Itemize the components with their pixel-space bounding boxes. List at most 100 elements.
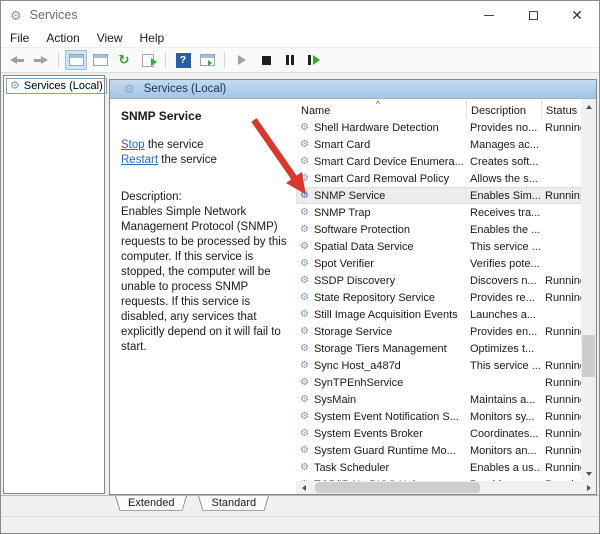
start-service-button[interactable] <box>231 50 253 70</box>
refresh-icon: ↻ <box>119 54 130 67</box>
table-row[interactable]: ⚙SNMP ServiceEnables Sim...Running <box>296 187 581 204</box>
column-header-status[interactable]: Status <box>541 99 581 119</box>
export-list-button[interactable] <box>137 50 159 70</box>
table-row[interactable]: ⚙Smart Card Device Enumera...Creates sof… <box>296 153 581 170</box>
scroll-down-icon[interactable] <box>581 466 596 481</box>
restart-service-icon <box>308 55 320 65</box>
table-row[interactable]: ⚙Still Image Acquisition EventsLaunches … <box>296 306 581 323</box>
stop-service-button[interactable] <box>255 50 277 70</box>
properties-button[interactable] <box>89 50 111 70</box>
service-name: Smart Card Removal Policy <box>314 173 449 185</box>
scroll-up-icon[interactable] <box>581 99 596 114</box>
toolbar-separator <box>224 52 225 68</box>
service-status: Running <box>541 411 581 423</box>
menu-view[interactable]: View <box>97 31 123 45</box>
table-row[interactable]: ⚙State Repository ServiceProvides re...R… <box>296 289 581 306</box>
list-header: Name ^ Description Status <box>296 99 581 119</box>
table-row[interactable]: ⚙Smart CardManages ac... <box>296 136 581 153</box>
close-button[interactable]: ✕ <box>555 1 599 29</box>
help-button[interactable]: ? <box>172 50 194 70</box>
table-row[interactable]: ⚙Sync Host_a487dThis service ...Running <box>296 357 581 374</box>
properties-icon <box>93 54 108 66</box>
pause-service-button[interactable] <box>279 50 301 70</box>
status-bar <box>1 516 599 534</box>
details-panel: ⚙ Services (Local) SNMP Service Stop the… <box>109 79 597 495</box>
menu-file[interactable]: File <box>10 31 29 45</box>
stop-service-link[interactable]: Stop <box>121 139 145 151</box>
table-row[interactable]: ⚙Spot VerifierVerifies pote... <box>296 255 581 272</box>
column-header-name[interactable]: Name ^ <box>296 99 466 119</box>
tab-extended[interactable]: Extended <box>115 496 187 513</box>
service-gear-icon: ⚙ <box>300 293 309 303</box>
tab-standard[interactable]: Standard <box>198 496 269 513</box>
service-name: State Repository Service <box>314 292 435 304</box>
show-action-pane-button[interactable] <box>196 50 218 70</box>
service-gear-icon: ⚙ <box>300 208 309 218</box>
table-row[interactable]: ⚙Task SchedulerEnables a us...Running <box>296 459 581 476</box>
forward-icon <box>34 56 48 65</box>
scroll-left-icon[interactable] <box>296 481 311 494</box>
column-name-label: Name <box>301 105 330 117</box>
service-description: Provides no... <box>466 122 541 134</box>
restart-service-link[interactable]: Restart <box>121 154 158 166</box>
column-header-description[interactable]: Description <box>466 99 541 119</box>
table-row[interactable]: ⚙System Event Notification S...Monitors … <box>296 408 581 425</box>
menu-help[interactable]: Help <box>140 31 165 45</box>
selected-service-title: SNMP Service <box>121 109 288 123</box>
refresh-button[interactable]: ↻ <box>113 50 135 70</box>
panel-content: SNMP Service Stop the service Restart th… <box>110 99 596 494</box>
back-button[interactable] <box>6 50 28 70</box>
table-row[interactable]: ⚙Smart Card Removal PolicyAllows the s..… <box>296 170 581 187</box>
tab-standard-label: Standard <box>211 497 256 509</box>
table-row[interactable]: ⚙Storage ServiceProvides en...Running <box>296 323 581 340</box>
table-row[interactable]: ⚙SNMP TrapReceives tra... <box>296 204 581 221</box>
table-row[interactable]: ⚙Storage Tiers ManagementOptimizes t... <box>296 340 581 357</box>
table-row[interactable]: ⚙Software ProtectionEnables the ... <box>296 221 581 238</box>
service-gear-icon: ⚙ <box>300 378 309 388</box>
horizontal-scrollbar[interactable] <box>296 481 596 494</box>
service-description: Manages ac... <box>466 139 541 151</box>
service-status: Running <box>541 292 581 304</box>
menu-action[interactable]: Action <box>46 31 79 45</box>
service-status: Running <box>541 445 581 457</box>
service-description: Discovers n... <box>466 275 541 287</box>
table-row[interactable]: ⚙System Events BrokerCoordinates...Runni… <box>296 425 581 442</box>
back-icon <box>10 56 24 65</box>
table-row[interactable]: ⚙Spatial Data ServiceThis service ... <box>296 238 581 255</box>
service-description: Enables Sim... <box>466 190 541 202</box>
forward-button[interactable] <box>30 50 52 70</box>
table-row[interactable]: ⚙System Guard Runtime Mo...Monitors an..… <box>296 442 581 459</box>
service-name: Sync Host_a487d <box>314 360 401 372</box>
service-gear-icon: ⚙ <box>300 225 309 235</box>
menu-bar: File Action View Help <box>1 29 599 47</box>
table-row[interactable]: ⚙SSDP DiscoveryDiscovers n...Running <box>296 272 581 289</box>
service-status: Running <box>541 122 581 134</box>
title-bar: ⚙ Services ✕ <box>1 1 599 29</box>
service-description: Launches a... <box>466 309 541 321</box>
service-gear-icon: ⚙ <box>300 242 309 252</box>
console-tree: ⚙ Services (Local) <box>3 75 105 494</box>
main-area: ⚙ Services (Local) ⚙ Services (Local) SN… <box>1 73 599 495</box>
tree-item-label: Services (Local) <box>24 80 103 92</box>
services-window: ⚙ Services ✕ File Action View Help ↻ ? ⚙ Se… <box>0 0 600 534</box>
table-row[interactable]: ⚙SysMainMaintains a...Running <box>296 391 581 408</box>
vertical-scroll-thumb[interactable] <box>582 335 595 377</box>
horizontal-scroll-thumb[interactable] <box>315 482 480 493</box>
table-row[interactable]: ⚙Shell Hardware DetectionProvides no...R… <box>296 119 581 136</box>
minimize-button[interactable] <box>467 1 511 29</box>
show-console-tree-button[interactable] <box>65 50 87 70</box>
service-name: SynTPEnhService <box>314 377 403 389</box>
service-gear-icon: ⚙ <box>300 157 309 167</box>
maximize-icon <box>529 11 538 20</box>
table-row[interactable]: ⚙SynTPEnhServiceRunning <box>296 374 581 391</box>
tree-item-services-local[interactable]: ⚙ Services (Local) <box>6 78 107 94</box>
maximize-button[interactable] <box>511 1 555 29</box>
service-name: Shell Hardware Detection <box>314 122 439 134</box>
service-name: System Guard Runtime Mo... <box>314 445 456 457</box>
service-gear-icon: ⚙ <box>300 412 309 422</box>
scroll-right-icon[interactable] <box>581 481 596 494</box>
restart-service-button[interactable] <box>303 50 325 70</box>
service-description: This service ... <box>466 360 541 372</box>
description-label: Description: <box>121 190 288 205</box>
vertical-scrollbar[interactable] <box>581 99 596 481</box>
